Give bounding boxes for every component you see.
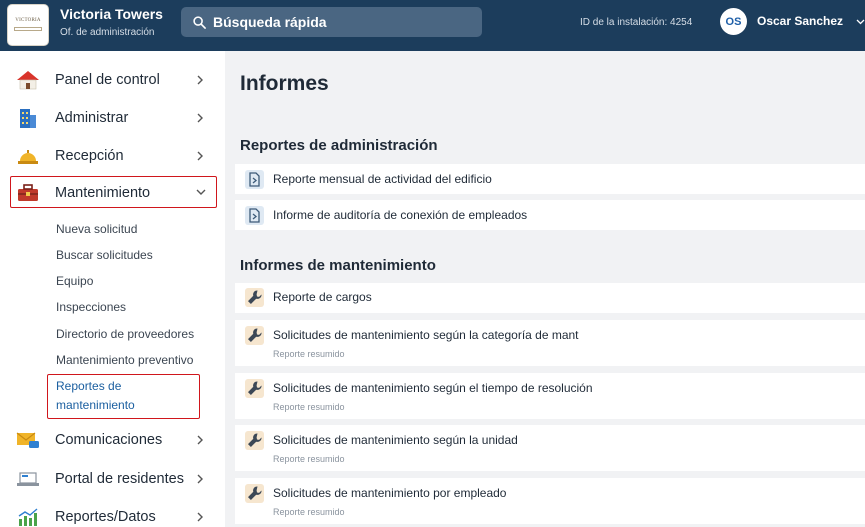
sidebar-item-label: Panel de control: [55, 72, 160, 88]
report-title: Reporte mensual de actividad del edifici…: [273, 172, 492, 186]
report-row[interactable]: Reporte de cargos: [235, 283, 865, 313]
mail-icon: [16, 432, 39, 448]
submenu-mantenimiento-preventivo[interactable]: Mantenimiento preventivo: [56, 353, 193, 367]
wrench-icon: [245, 431, 264, 450]
sidebar: Panel de control Administrar Recepción M…: [0, 51, 225, 527]
sidebar-item-reportes-datos[interactable]: Reportes/Datos: [0, 500, 225, 527]
sidebar-item-label: Comunicaciones: [55, 432, 163, 448]
property-name: Victoria Towers: [60, 6, 163, 22]
section-title-admin: Reportes de administración: [240, 137, 438, 154]
report-title: Solicitudes de mantenimiento según la un…: [273, 433, 518, 447]
wrench-icon: [245, 379, 264, 398]
report-title: Solicitudes de mantenimiento por emplead…: [273, 486, 507, 500]
sidebar-item-administrar[interactable]: Administrar: [0, 101, 225, 135]
chevron-right-icon: [197, 75, 203, 85]
top-bar: VICTORIA Victoria Towers Of. de administ…: [0, 0, 865, 51]
laptop-icon: [17, 472, 39, 486]
wrench-icon: [245, 484, 264, 503]
sidebar-item-label: Mantenimiento: [55, 185, 151, 201]
toolbox-icon: [18, 184, 38, 201]
building-icon: [20, 109, 36, 128]
submenu-buscar-solicitudes[interactable]: Buscar solicitudes: [56, 248, 153, 262]
report-doc-icon: [245, 170, 264, 189]
submenu-reportes-mantenimiento[interactable]: Reportes de mantenimiento: [56, 377, 135, 415]
report-row[interactable]: Informe de auditoría de conexión de empl…: [235, 200, 865, 230]
sidebar-item-label: Reportes/Datos: [55, 509, 156, 525]
report-subtitle: Reporte resumido: [273, 349, 345, 359]
submenu-nueva-solicitud[interactable]: Nueva solicitud: [56, 222, 137, 236]
report-subtitle: Reporte resumido: [273, 454, 345, 464]
logo-text: VICTORIA: [15, 18, 41, 23]
section-title-maintenance: Informes de mantenimiento: [240, 257, 436, 274]
user-menu-name[interactable]: Oscar Sanchez: [757, 14, 843, 28]
search-icon: [193, 15, 206, 29]
chevron-right-icon: [197, 512, 203, 522]
sidebar-item-label: Recepción: [55, 148, 124, 164]
submenu-label-line1: Reportes de: [56, 379, 122, 393]
installation-id: ID de la instalación: 4254: [580, 17, 693, 28]
report-title: Solicitudes de mantenimiento según la ca…: [273, 328, 579, 342]
sidebar-item-label: Portal de residentes: [55, 471, 184, 487]
report-doc-icon: [245, 206, 264, 225]
chevron-down-icon[interactable]: [856, 17, 865, 27]
quick-search-input[interactable]: Búsqueda rápida: [181, 7, 482, 37]
report-title: Solicitudes de mantenimiento según el ti…: [273, 381, 593, 395]
report-title: Informe de auditoría de conexión de empl…: [273, 208, 528, 222]
house-icon: [17, 71, 39, 90]
submenu-label-line2: mantenimiento: [56, 398, 135, 412]
page-title: Informes: [240, 72, 329, 95]
search-placeholder: Búsqueda rápida: [213, 14, 327, 30]
wrench-icon: [245, 326, 264, 345]
property-subtitle: Of. de administración: [60, 27, 155, 38]
sidebar-item-comunicaciones[interactable]: Comunicaciones: [0, 423, 225, 457]
report-title: Reporte de cargos: [273, 290, 372, 304]
report-row[interactable]: Solicitudes de mantenimiento por emplead…: [235, 478, 865, 524]
sidebar-item-dashboard[interactable]: Panel de control: [0, 63, 225, 97]
property-logo[interactable]: VICTORIA: [7, 4, 49, 46]
sidebar-item-label: Administrar: [55, 110, 129, 126]
chevron-right-icon: [197, 435, 203, 445]
chevron-right-icon: [197, 151, 203, 161]
submenu-inspecciones[interactable]: Inspecciones: [56, 300, 126, 314]
wrench-icon: [245, 288, 264, 307]
report-row[interactable]: Solicitudes de mantenimiento según el ti…: [235, 373, 865, 419]
chevron-right-icon: [197, 113, 203, 123]
sidebar-item-mantenimiento[interactable]: Mantenimiento: [0, 176, 225, 210]
report-subtitle: Reporte resumido: [273, 402, 345, 412]
submenu-equipo[interactable]: Equipo: [56, 274, 93, 288]
chevron-right-icon: [197, 474, 203, 484]
report-row[interactable]: Solicitudes de mantenimiento según la ca…: [235, 320, 865, 366]
chart-icon: [18, 508, 38, 526]
report-row[interactable]: Solicitudes de mantenimiento según la un…: [235, 425, 865, 471]
chevron-down-icon: [196, 189, 206, 195]
sidebar-item-portal-residentes[interactable]: Portal de residentes: [0, 462, 225, 496]
avatar[interactable]: OS: [720, 8, 747, 35]
report-row[interactable]: Reporte mensual de actividad del edifici…: [235, 164, 865, 194]
sidebar-item-recepcion[interactable]: Recepción: [0, 139, 225, 173]
reception-bell-icon: [18, 150, 38, 164]
submenu-directorio-proveedores[interactable]: Directorio de proveedores: [56, 327, 194, 341]
report-subtitle: Reporte resumido: [273, 507, 345, 517]
